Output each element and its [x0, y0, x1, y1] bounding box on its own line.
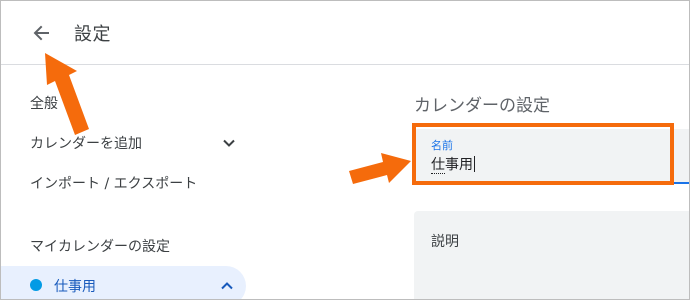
top-bar: 設定 [1, 1, 689, 65]
description-field-label: 説明 [431, 234, 459, 250]
chevron-down-icon[interactable] [222, 136, 236, 150]
annotation-arrow-right-icon [349, 153, 411, 184]
sidebar-item-work-calendar[interactable]: 仕事用 [1, 266, 246, 299]
my-calendars-heading: マイカレンダーの設定 [30, 239, 170, 255]
arrow-left-icon [33, 25, 49, 41]
sidebar-item-general[interactable]: 全般 [30, 93, 58, 113]
sidebar-item-add-calendar[interactable]: カレンダーを追加 [30, 133, 142, 153]
ime-underline [431, 172, 445, 174]
name-field-input[interactable]: 仕事用 [431, 154, 475, 174]
description-field[interactable]: 説明 [414, 211, 689, 299]
calendar-label: 仕事用 [54, 279, 96, 295]
chevron-up-icon[interactable] [220, 279, 234, 293]
section-title: カレンダーの設定 [414, 96, 550, 116]
page-title: 設定 [74, 24, 111, 45]
name-field-label: 名前 [431, 139, 453, 152]
sidebar-item-import-export[interactable]: インポート / エクスポート [30, 173, 197, 193]
calendar-color-dot [30, 279, 42, 291]
settings-window: 設定 全般 カレンダーを追加 インポート / エクスポート マイカレンダーの設定… [0, 0, 690, 300]
name-field-value: 仕事用 [431, 157, 473, 173]
text-caret [474, 156, 475, 172]
back-button[interactable] [25, 17, 57, 49]
calendar-name-field[interactable]: 名前 仕事用 [414, 129, 689, 184]
